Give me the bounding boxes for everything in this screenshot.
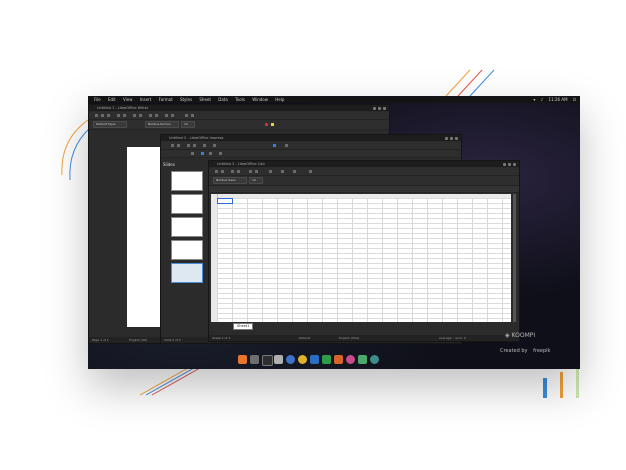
- calc-title: Untitled 3 - LibreOffice Calc: [217, 162, 266, 166]
- desktop: File Edit View Insert Format Styles Shee…: [88, 96, 580, 369]
- files-icon[interactable]: [250, 355, 259, 364]
- calc-statusbar: Sheet 1 of 1 Default English (USA) Avera…: [209, 335, 519, 341]
- formula-bar[interactable]: [209, 186, 519, 193]
- maximize-icon[interactable]: [508, 163, 511, 166]
- photos-icon[interactable]: [346, 355, 355, 364]
- calc-page-style: Default: [299, 336, 310, 340]
- paragraph-style-select[interactable]: Default Style: [93, 121, 127, 128]
- minimize-icon[interactable]: [503, 163, 506, 166]
- writer-title: Untitled 1 - LibreOffice Writer: [97, 106, 149, 110]
- slide-thumbnail-1[interactable]: [171, 171, 203, 191]
- close-icon[interactable]: [513, 163, 516, 166]
- slide-thumbnail-3[interactable]: [171, 217, 203, 237]
- credit-label: Created by: [500, 348, 528, 354]
- menu-item-help[interactable]: Help: [275, 97, 284, 102]
- slide-thumbnail-2[interactable]: [171, 194, 203, 214]
- writer-icon[interactable]: [310, 355, 319, 364]
- writer-language: English (UK): [129, 338, 148, 342]
- deco-arc-blue: [69, 127, 91, 181]
- menu-item-styles[interactable]: Styles: [180, 97, 192, 102]
- close-icon[interactable]: [455, 137, 458, 140]
- menu-item-insert[interactable]: Insert: [140, 97, 151, 102]
- freepik-credit: Created by freepik: [500, 348, 550, 354]
- top-panel: File Edit View Insert Format Styles Shee…: [88, 96, 580, 103]
- minimize-icon[interactable]: [373, 107, 376, 110]
- font-size-select[interactable]: 12: [181, 121, 195, 128]
- deco-line-5: [457, 69, 483, 97]
- font-name-select[interactable]: Nimbus Roman: [145, 121, 179, 128]
- calc-format-toolbar: Nimbus Sans 10: [209, 176, 519, 186]
- apps-icon[interactable]: [370, 355, 379, 364]
- terminal-icon[interactable]: [262, 355, 273, 366]
- freepik-brand: freepik: [533, 348, 551, 354]
- calc-font-name-select[interactable]: Nimbus Sans: [213, 177, 247, 184]
- writer-standard-toolbar: [89, 112, 389, 120]
- deco-line-1: [139, 367, 189, 396]
- deco-line-4: [445, 69, 471, 97]
- music-icon[interactable]: [298, 355, 307, 364]
- impress-toolbar: [161, 142, 461, 150]
- deco-bar-orange: [560, 372, 563, 398]
- deco-line-6: [469, 69, 495, 97]
- calc-font-size-select[interactable]: 10: [249, 177, 263, 184]
- deco-line-2: [145, 367, 195, 396]
- vertical-scrollbar[interactable]: [513, 194, 516, 322]
- firefox-icon[interactable]: [238, 355, 247, 364]
- menu-item-view[interactable]: View: [123, 97, 133, 102]
- chromium-icon[interactable]: [286, 355, 295, 364]
- close-icon[interactable]: [383, 107, 386, 110]
- calc-icon[interactable]: [322, 355, 331, 364]
- maximize-icon[interactable]: [378, 107, 381, 110]
- settings-icon[interactable]: [274, 355, 283, 364]
- calc-window[interactable]: Untitled 3 - LibreOffice Calc Nimbus San…: [208, 160, 520, 342]
- slide-thumbnail-4[interactable]: [171, 240, 203, 260]
- calc-sheet-count: Sheet 1 of 1: [212, 336, 231, 340]
- writer-page-count: Page 1 of 1: [92, 338, 109, 342]
- menu-item-sheet[interactable]: Sheet: [199, 97, 211, 102]
- menu-item-format[interactable]: Format: [159, 97, 173, 102]
- power-icon[interactable]: ⏻: [573, 97, 576, 102]
- deco-bar-blue: [543, 378, 547, 398]
- impress-titlebar[interactable]: Untitled 2 - LibreOffice Impress: [161, 135, 461, 141]
- spreadsheet-grid[interactable]: [217, 198, 511, 322]
- menu-item-file[interactable]: File: [94, 97, 101, 102]
- clock[interactable]: 11:26 AM: [549, 97, 568, 102]
- sheet-tab[interactable]: Sheet1: [233, 323, 254, 330]
- impress-slide-count: Slide 5 of 5: [164, 338, 181, 342]
- minimize-icon[interactable]: [445, 137, 448, 140]
- writer-titlebar[interactable]: Untitled 1 - LibreOffice Writer: [89, 105, 389, 111]
- koompi-brand: KOOMPI: [511, 332, 536, 339]
- menu-bar: File Edit View Insert Format Styles Shee…: [94, 96, 290, 103]
- impress-toolbar-2: [161, 150, 461, 158]
- deco-line-3: [151, 367, 201, 396]
- store-icon[interactable]: [358, 355, 367, 364]
- writer-format-toolbar: Default Style Nimbus Roman 12: [89, 120, 389, 130]
- impress-icon[interactable]: [334, 355, 343, 364]
- writer-page[interactable]: [127, 147, 161, 327]
- calc-standard-toolbar: [209, 168, 519, 176]
- slide-thumbnail-5[interactable]: [171, 263, 203, 283]
- calc-sum: Average: ; Sum: 0: [439, 336, 466, 340]
- calc-titlebar[interactable]: Untitled 3 - LibreOffice Calc: [209, 161, 519, 167]
- menu-item-window[interactable]: Window: [252, 97, 268, 102]
- menu-item-data[interactable]: Data: [218, 97, 228, 102]
- calc-language: English (USA): [339, 336, 360, 340]
- koompi-logo: ◈ KOOMPI: [505, 332, 536, 339]
- maximize-icon[interactable]: [450, 137, 453, 140]
- active-cell[interactable]: [217, 198, 233, 204]
- slides-panel-header: Slides: [163, 162, 175, 167]
- system-tray: ▾ ♪ 11:26 AM ⏻: [529, 96, 576, 103]
- impress-title: Untitled 2 - LibreOffice Impress: [169, 136, 224, 140]
- menu-item-tools[interactable]: Tools: [235, 97, 245, 102]
- volume-icon[interactable]: ♪: [541, 97, 544, 102]
- network-icon[interactable]: ▾: [533, 97, 535, 102]
- menu-item-edit[interactable]: Edit: [108, 97, 116, 102]
